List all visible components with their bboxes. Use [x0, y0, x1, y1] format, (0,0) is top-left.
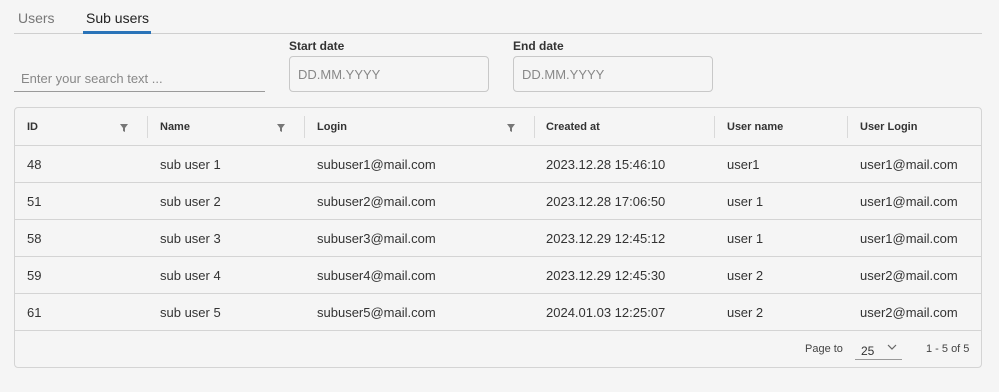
cell-created-at: 2023.12.29 12:45:12: [546, 231, 666, 246]
cell-user-login: user1@mail.com: [860, 231, 958, 246]
column-header-login[interactable]: Login: [305, 108, 534, 146]
cell-id: 51: [27, 194, 42, 209]
cell-name: sub user 2: [160, 194, 221, 209]
end-date-input[interactable]: [513, 56, 713, 92]
cell-user-login: user1@mail.com: [860, 157, 958, 172]
table-row[interactable]: 51 sub user 2 subuser2@mail.com 2023.12.…: [15, 183, 981, 220]
cell-id: 58: [27, 231, 42, 246]
filter-icon[interactable]: [276, 123, 286, 133]
cell-user-name: user 2: [727, 268, 764, 283]
cell-login: subuser4@mail.com: [317, 268, 436, 283]
cell-login: subuser1@mail.com: [317, 157, 436, 172]
cell-created-at: 2023.12.28 17:06:50: [546, 194, 666, 209]
cell-created-at: 2023.12.29 12:45:30: [546, 268, 666, 283]
filter-icon[interactable]: [119, 123, 129, 133]
cell-created-at: 2024.01.03 12:25:07: [546, 305, 666, 320]
cell-id: 59: [27, 268, 42, 283]
start-date-input[interactable]: [289, 56, 489, 92]
sub-users-table: ID Name Login Created at User name User …: [14, 107, 982, 368]
cell-user-name: user 1: [727, 231, 764, 246]
cell-user-name: user 1: [727, 194, 764, 209]
cell-name: sub user 5: [160, 305, 221, 320]
cell-login: subuser2@mail.com: [317, 194, 436, 209]
cell-user-login: user2@mail.com: [860, 268, 958, 283]
tab-users[interactable]: Users: [15, 10, 58, 34]
active-tab-indicator: [83, 31, 151, 34]
column-header-user-login[interactable]: User Login: [848, 108, 981, 146]
cell-created-at: 2023.12.28 15:46:10: [546, 157, 666, 172]
cell-name: sub user 3: [160, 231, 221, 246]
cell-name: sub user 1: [160, 157, 221, 172]
cell-user-login: user1@mail.com: [860, 194, 958, 209]
cell-id: 48: [27, 157, 42, 172]
tab-bar: Users Sub users: [14, 0, 982, 34]
page-size-value: 25: [861, 344, 875, 358]
cell-user-login: user2@mail.com: [860, 305, 958, 320]
cell-id: 61: [27, 305, 42, 320]
table-row[interactable]: 48 sub user 1 subuser1@mail.com 2023.12.…: [15, 146, 981, 183]
filter-icon[interactable]: [506, 123, 516, 133]
table-header: ID Name Login Created at User name User …: [15, 108, 981, 146]
column-header-created-at[interactable]: Created at: [534, 108, 714, 146]
page-size-select[interactable]: 25: [855, 338, 902, 360]
cell-user-name: user1: [727, 157, 760, 172]
page-to-label: Page to: [805, 343, 843, 355]
chevron-down-icon: [887, 344, 897, 350]
end-date-label: End date: [513, 39, 564, 53]
cell-login: subuser3@mail.com: [317, 231, 436, 246]
cell-name: sub user 4: [160, 268, 221, 283]
search-input[interactable]: [14, 66, 265, 92]
table-row[interactable]: 59 sub user 4 subuser4@mail.com 2023.12.…: [15, 257, 981, 294]
table-row[interactable]: 61 sub user 5 subuser5@mail.com 2024.01.…: [15, 294, 981, 331]
table-row[interactable]: 58 sub user 3 subuser3@mail.com 2023.12.…: [15, 220, 981, 257]
pagination-bar: Page to 25 1 - 5 of 5: [15, 331, 981, 367]
cell-user-name: user 2: [727, 305, 764, 320]
cell-login: subuser5@mail.com: [317, 305, 436, 320]
pagination-range: 1 - 5 of 5: [926, 343, 970, 355]
column-header-user-name[interactable]: User name: [715, 108, 847, 146]
start-date-label: Start date: [289, 39, 345, 53]
